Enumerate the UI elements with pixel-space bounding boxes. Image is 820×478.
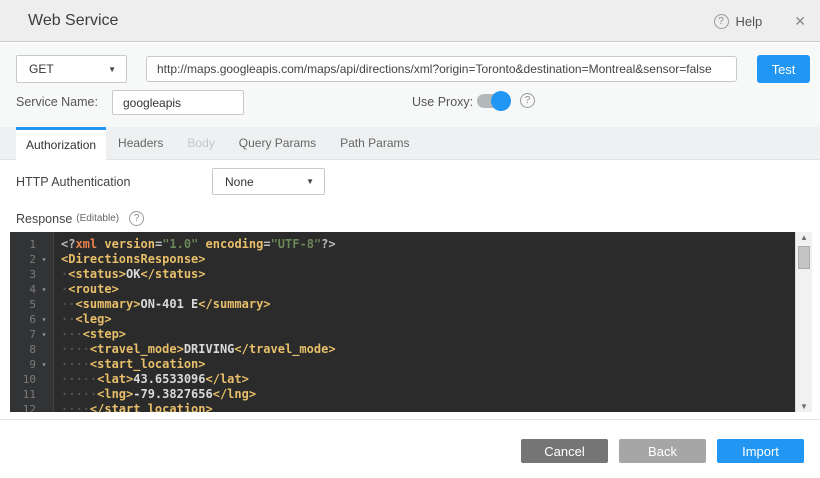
code-line: 7▾···<step> — [10, 327, 795, 342]
toggle-thumb — [491, 91, 511, 111]
fold-icon[interactable]: ▾ — [36, 357, 52, 372]
import-button[interactable]: Import — [717, 439, 804, 463]
proxy-help-icon[interactable]: ? — [520, 93, 535, 108]
service-name-label: Service Name: — [16, 95, 98, 109]
tab-path-params[interactable]: Path Params — [328, 127, 421, 159]
tab-query-params[interactable]: Query Params — [227, 127, 328, 159]
code-line: 5··<summary>ON-401 E</summary> — [10, 297, 795, 312]
fold-spacer — [36, 297, 52, 312]
http-auth-value: None — [213, 175, 306, 189]
code-line: 10·····<lat>43.6533096</lat> — [10, 372, 795, 387]
scroll-up-icon[interactable]: ▲ — [796, 233, 812, 242]
fold-icon[interactable]: ▾ — [36, 312, 52, 327]
tab-bar: AuthorizationHeadersBodyQuery ParamsPath… — [0, 127, 820, 160]
code-line: 4▾·<route> — [10, 282, 795, 297]
response-help-icon[interactable]: ? — [129, 211, 144, 226]
use-proxy-toggle[interactable] — [477, 91, 511, 111]
web-service-dialog: Web Service ? Help ✕ GET ▼ Test Service … — [0, 0, 820, 478]
fold-spacer — [36, 387, 52, 402]
code-line: 2▾<DirectionsResponse> — [10, 252, 795, 267]
test-button[interactable]: Test — [757, 55, 810, 83]
fold-spacer — [36, 267, 52, 282]
code-line: 3·<status>OK</status> — [10, 267, 795, 282]
page-title: Web Service — [28, 0, 118, 42]
scroll-down-icon[interactable]: ▼ — [796, 402, 812, 411]
http-auth-select[interactable]: None ▼ — [212, 168, 325, 195]
service-name-input[interactable] — [112, 90, 244, 115]
fold-icon[interactable]: ▾ — [36, 282, 52, 297]
response-editor[interactable]: 1<?xml version="1.0" encoding="UTF-8"?>2… — [10, 232, 812, 412]
tab-authorization[interactable]: Authorization — [16, 127, 106, 164]
help-link[interactable]: Help — [736, 14, 763, 29]
code-line: 6▾··<leg> — [10, 312, 795, 327]
close-icon[interactable]: ✕ — [794, 13, 806, 30]
http-method-select[interactable]: GET ▼ — [16, 55, 127, 83]
help-icon[interactable]: ? — [714, 14, 729, 29]
fold-icon[interactable]: ▾ — [36, 327, 52, 342]
back-button[interactable]: Back — [619, 439, 706, 463]
chevron-down-icon: ▼ — [306, 177, 324, 186]
response-editable-label: (Editable) — [76, 213, 119, 224]
fold-spacer — [36, 372, 52, 387]
fold-spacer — [36, 342, 52, 357]
url-input[interactable] — [146, 56, 737, 82]
footer-divider — [0, 419, 820, 420]
code-line: 11·····<lng>-79.3827656</lng> — [10, 387, 795, 402]
chevron-down-icon: ▼ — [108, 65, 126, 74]
code-line: 8····<travel_mode>DRIVING</travel_mode> — [10, 342, 795, 357]
http-auth-label: HTTP Authentication — [16, 175, 130, 189]
dialog-header: Web Service ? Help ✕ — [0, 0, 820, 42]
fold-spacer — [36, 402, 52, 412]
fold-spacer — [36, 237, 52, 252]
response-label: Response — [16, 212, 72, 226]
code-line: 9▾····<start_location> — [10, 357, 795, 372]
code-lines: 1<?xml version="1.0" encoding="UTF-8"?>2… — [10, 232, 795, 412]
tab-headers[interactable]: Headers — [106, 127, 175, 159]
fold-icon[interactable]: ▾ — [36, 252, 52, 267]
cancel-button[interactable]: Cancel — [521, 439, 608, 463]
code-line: 1<?xml version="1.0" encoding="UTF-8"?> — [10, 237, 795, 252]
http-method-value: GET — [17, 62, 108, 76]
scrollbar-thumb[interactable] — [798, 246, 810, 269]
use-proxy-label: Use Proxy: — [412, 95, 473, 109]
tab-body: Body — [175, 127, 226, 159]
request-form: GET ▼ Test Service Name: Use Proxy: ? — [0, 43, 820, 127]
editor-scrollbar[interactable]: ▲ ▼ — [795, 232, 812, 412]
code-line: 12····</start_location> — [10, 402, 795, 412]
